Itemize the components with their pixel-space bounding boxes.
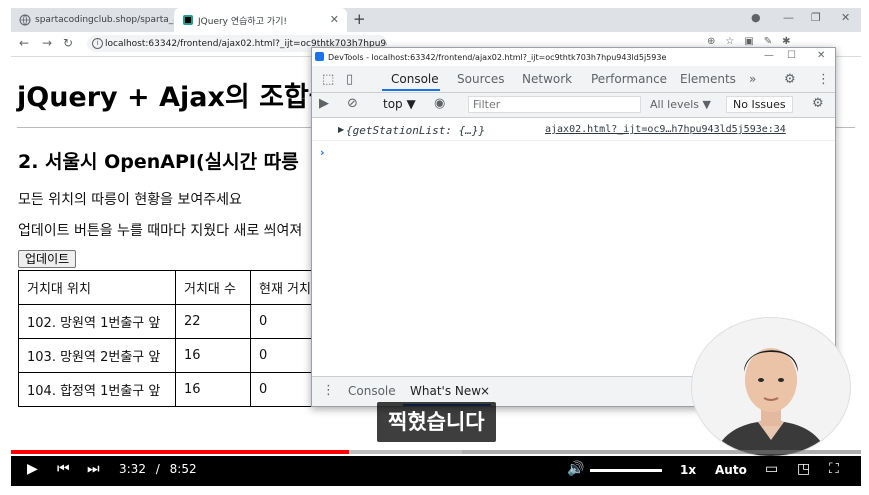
sidebar-toggle-icon[interactable]: ▶: [319, 96, 329, 111]
kebab-menu-icon[interactable]: ⋮: [817, 72, 830, 87]
active-tab-indicator: [382, 89, 440, 91]
table-cell: 16: [175, 372, 251, 407]
expand-triangle-icon[interactable]: ▶: [338, 125, 344, 134]
progress-played: [11, 450, 350, 454]
console-settings-gear-icon[interactable]: ⚙: [812, 96, 824, 111]
section-heading: 2. 서울시 OpenAPI(실시간 따릉: [18, 151, 299, 173]
presenter-webcam: [692, 318, 850, 456]
table-header-row: 거치대 위치 거치대 수 현재 거치: [18, 270, 348, 305]
more-tabs-icon[interactable]: »: [749, 72, 756, 86]
tab-network[interactable]: Network: [522, 72, 572, 86]
profile-dot-icon[interactable]: ●: [751, 11, 761, 24]
time-separator: /: [155, 462, 160, 476]
console-log-entry[interactable]: ▶ {getStationList: {…}} ajax02.html?_ijt…: [312, 122, 835, 141]
eye-icon[interactable]: ◉: [434, 96, 445, 111]
reload-icon[interactable]: ↻: [63, 36, 73, 50]
table-cell: 22: [175, 304, 251, 339]
duration: 8:52: [169, 462, 197, 476]
log-levels-dropdown[interactable]: All levels ▼: [650, 98, 711, 111]
devtools-close-icon[interactable]: ✕: [817, 50, 825, 61]
clear-console-icon[interactable]: ⊘: [347, 96, 358, 111]
globe-icon: [19, 14, 31, 26]
drawer-tab-whats-new[interactable]: What's New: [410, 384, 481, 398]
tab-performance[interactable]: Performance: [591, 72, 667, 86]
table-row: 104. 합정역 1번출구 앞 16 0: [18, 372, 348, 407]
close-tab-icon[interactable]: ✕: [330, 13, 339, 26]
console-prompt[interactable]: ›: [320, 146, 325, 159]
device-toolbar-icon[interactable]: ▯: [346, 72, 353, 87]
tab-sources[interactable]: Sources: [457, 72, 504, 86]
drawer-menu-icon[interactable]: ⋮: [322, 383, 335, 398]
devtools-titlebar: DevTools - localhost:63342/frontend/ajax…: [312, 48, 835, 66]
extension-icons[interactable]: ⊕☆▣✎✱: [707, 36, 801, 47]
log-object[interactable]: {getStationList: {…}}: [346, 124, 485, 137]
page-edge: [861, 0, 869, 495]
tab-console[interactable]: Console: [391, 72, 439, 86]
back-icon[interactable]: ←: [19, 36, 29, 50]
play-icon[interactable]: ▶: [27, 461, 38, 477]
page-title: jQuery + Ajax의 조합을: [17, 82, 334, 113]
fullscreen-icon[interactable]: ⛶: [829, 461, 839, 477]
forward-icon[interactable]: →: [42, 36, 52, 50]
table-cell: 103. 망원역 2번출구 앞: [18, 338, 176, 373]
webstorm-icon: [183, 15, 193, 25]
log-source-link[interactable]: ajax02.html?_ijt=oc9…h7hpu943ld5j593e:34: [545, 124, 786, 135]
browser-tab-title: JQuery 연습하고 가기!: [198, 16, 288, 27]
volume-icon[interactable]: 🔊: [567, 461, 584, 477]
devtools-title: DevTools - localhost:63342/frontend/ajax…: [328, 52, 667, 62]
console-toolbar: ▶ ⊘ top ▼ ◉ All levels ▼ No Issues ⚙: [312, 93, 835, 118]
inspect-element-icon[interactable]: ⬚: [322, 72, 334, 87]
drawer-close-icon[interactable]: ×: [480, 384, 490, 398]
update-button[interactable]: 업데이트: [18, 250, 77, 268]
video-progress-bar[interactable]: [11, 450, 861, 454]
video-subtitle: 찍혔습니다: [377, 402, 496, 442]
quality-selector[interactable]: Auto: [715, 463, 747, 477]
settings-gear-icon[interactable]: ⚙: [784, 72, 796, 87]
browser-tab-jquery[interactable]: JQuery 연습하고 가기! ✕: [174, 8, 347, 32]
issues-button[interactable]: No Issues: [726, 96, 793, 113]
devtools-minimize-icon[interactable]: —: [764, 50, 774, 61]
new-tab-icon[interactable]: +: [353, 10, 366, 28]
table-cell: 16: [175, 338, 251, 373]
devtools-icon: [315, 52, 324, 61]
browser-tab-strip: spartacodingclub.shop/sparta_a JQuery 연습…: [11, 8, 861, 32]
presenter-image: [692, 318, 850, 456]
next-icon[interactable]: ⏭: [87, 461, 100, 477]
playback-speed[interactable]: 1x: [680, 463, 696, 477]
current-time: 3:32: [119, 462, 146, 476]
miniplayer-icon[interactable]: ◳: [797, 461, 810, 477]
table-row: 102. 망원역 1번출구 앞 22 0: [18, 304, 348, 339]
table-header: 거치대 위치: [18, 270, 176, 305]
browser-tab-sparta[interactable]: spartacodingclub.shop/sparta_a: [11, 8, 174, 32]
table-cell: 104. 합정역 1번출구 앞: [18, 372, 176, 407]
browser-tab-title: spartacodingclub.shop/sparta_a: [35, 15, 174, 25]
drawer-tab-console[interactable]: Console: [348, 384, 396, 398]
context-selector[interactable]: top ▼: [383, 97, 416, 111]
devtools-maximize-icon[interactable]: ☐: [787, 50, 796, 61]
subtitles-icon[interactable]: ▭: [765, 461, 778, 477]
video-controls: ▶ ⏮ ⏭ 3:32 / 8:52 🔊 1x Auto ▭ ◳ ⛶: [11, 456, 861, 486]
station-table: 거치대 위치 거치대 수 현재 거치 102. 망원역 1번출구 앞 22 0 …: [18, 270, 348, 407]
close-window-icon[interactable]: ✕: [841, 11, 850, 24]
instruction-text: 업데이트 버튼을 누를 때마다 지웠다 새로 씌여져: [18, 223, 303, 239]
minimize-icon[interactable]: —: [783, 11, 794, 24]
description-text: 모든 위치의 따릉이 현황을 보여주세요: [18, 192, 242, 208]
restore-icon[interactable]: ❐: [811, 11, 821, 24]
video-frame: spartacodingclub.shop/sparta_a JQuery 연습…: [0, 0, 869, 495]
info-icon: i: [92, 38, 103, 49]
tab-elements[interactable]: Elements: [680, 72, 736, 86]
table-row: 103. 망원역 2번출구 앞 16 0: [18, 338, 348, 373]
previous-icon[interactable]: ⏮: [57, 461, 70, 477]
volume-slider[interactable]: [590, 469, 662, 472]
devtools-tab-bar: ⬚ ▯ Console Sources Network Performance …: [312, 66, 835, 93]
filter-input[interactable]: [468, 96, 641, 113]
table-header: 거치대 수: [175, 270, 251, 305]
table-cell: 102. 망원역 1번출구 앞: [18, 304, 176, 339]
time-display: 3:32 / 8:52: [119, 462, 197, 476]
